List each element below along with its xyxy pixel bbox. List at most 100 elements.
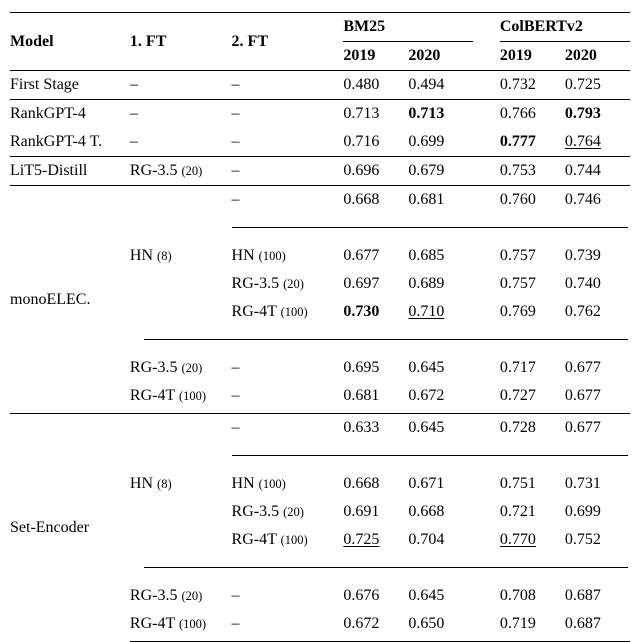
cell-ft1: RG-3.5 (20)	[130, 354, 232, 382]
cell-value: 0.762	[565, 298, 630, 326]
table-row: First Stage – – 0.480 0.494 0.732 0.725	[10, 71, 630, 100]
cell-value: 0.676	[343, 582, 408, 610]
cell-ft1: RG-3.5 (20)	[130, 157, 232, 186]
cell-value: 0.677	[343, 242, 408, 270]
cell-model: First Stage	[10, 71, 130, 100]
cell-value: 0.757	[500, 270, 565, 298]
cell-value: 0.740	[565, 270, 630, 298]
cell-value: 0.668	[343, 186, 408, 215]
cell-value: 0.770	[500, 526, 565, 554]
cell-ft2: –	[232, 354, 344, 382]
cell-model: monoELEC.	[10, 186, 130, 414]
cell-value: 0.739	[565, 242, 630, 270]
cell-ft2: RG-3.5 (20)	[232, 270, 344, 298]
cell-ft1: HN (8)	[130, 186, 232, 327]
cell-value: 0.751	[500, 470, 565, 498]
cell-value: 0.687	[565, 582, 630, 610]
cell-value: 0.696	[343, 157, 408, 186]
col-ft2: 2. FT	[232, 13, 344, 71]
col-ft1: 1. FT	[130, 13, 232, 71]
cell-value: 0.677	[565, 354, 630, 382]
cell-value: 0.699	[408, 128, 473, 157]
cell-value: 0.760	[500, 186, 565, 215]
cell-value: 0.793	[565, 100, 630, 129]
cell-ft1: HN (8)	[130, 414, 232, 555]
col-bm25-2020: 2020	[408, 42, 473, 71]
cell-ft1: –	[130, 71, 232, 100]
cell-ft1: RG-4T (100)	[130, 610, 232, 638]
table-row: RankGPT-4 T. – – 0.716 0.699 0.777 0.764	[10, 128, 630, 157]
cell-ft2: –	[232, 414, 344, 443]
cell-ft2: HN (100)	[232, 470, 344, 498]
cell-value: 0.728	[500, 414, 565, 443]
cell-value: 0.717	[500, 354, 565, 382]
cell-ft1: –	[130, 128, 232, 157]
cell-value: 0.494	[408, 71, 473, 100]
col-group-colbert: ColBERTv2	[500, 13, 630, 42]
cell-value: 0.753	[500, 157, 565, 186]
col-colbert-2019: 2019	[500, 42, 565, 71]
cell-value: 0.650	[408, 610, 473, 638]
cell-value: 0.645	[408, 582, 473, 610]
cell-value: 0.769	[500, 298, 565, 326]
cell-value: 0.671	[408, 470, 473, 498]
cell-ft1: –	[130, 100, 232, 129]
cell-value: 0.704	[408, 526, 473, 554]
cell-value: 0.677	[565, 414, 630, 443]
cell-ft2: –	[232, 610, 344, 638]
cell-value: 0.691	[343, 498, 408, 526]
cell-ft2: RG-3.5 (20)	[232, 498, 344, 526]
col-model: Model	[10, 13, 130, 71]
table-header-row: Model 1. FT 2. FT BM25 ColBERTv2	[10, 13, 630, 42]
table-row: RankGPT-4 – – 0.713 0.713 0.766 0.793	[10, 100, 630, 129]
cell-value: 0.480	[343, 71, 408, 100]
cell-value: 0.744	[565, 157, 630, 186]
cell-ft2: –	[232, 582, 344, 610]
cell-value: 0.668	[408, 498, 473, 526]
cell-model: LiT5-Distill	[10, 157, 130, 186]
cell-value: 0.699	[565, 498, 630, 526]
cell-value: 0.695	[343, 354, 408, 382]
cell-value: 0.708	[500, 582, 565, 610]
table-row: Set-Encoder HN (8) – 0.633 0.645 0.728 0…	[10, 414, 630, 443]
cell-value: 0.713	[343, 100, 408, 129]
cell-value: 0.725	[565, 71, 630, 100]
cell-ft2: –	[232, 128, 344, 157]
cell-value: 0.727	[500, 382, 565, 410]
cell-ft2: –	[232, 186, 344, 215]
cell-value: 0.672	[408, 382, 473, 410]
cell-value: 0.757	[500, 242, 565, 270]
cell-ft2: –	[232, 157, 344, 186]
cell-value: 0.677	[565, 382, 630, 410]
cell-value: 0.679	[408, 157, 473, 186]
col-colbert-2020: 2020	[565, 42, 630, 71]
cell-model: Set-Encoder	[10, 414, 130, 642]
cell-value: 0.752	[565, 526, 630, 554]
cell-value: 0.766	[500, 100, 565, 129]
cell-value: 0.685	[408, 242, 473, 270]
cell-value: 0.730	[343, 298, 408, 326]
cell-value: 0.764	[565, 128, 630, 157]
cell-ft2: HN (100)	[232, 242, 344, 270]
cell-value: 0.721	[500, 498, 565, 526]
col-group-bm25: BM25	[343, 13, 473, 42]
cell-model: RankGPT-4	[10, 100, 130, 129]
col-bm25-2019: 2019	[343, 42, 408, 71]
cell-value: 0.710	[408, 298, 473, 326]
cell-value: 0.731	[565, 470, 630, 498]
cell-value: 0.681	[343, 382, 408, 410]
cell-value: 0.725	[343, 526, 408, 554]
cell-ft2: RG-4T (100)	[232, 526, 344, 554]
cell-ft1: RG-3.5 (20)	[130, 582, 232, 610]
cell-value: 0.681	[408, 186, 473, 215]
cell-ft2: –	[232, 71, 344, 100]
cell-model: RankGPT-4 T.	[10, 128, 130, 157]
cell-ft2: –	[232, 382, 344, 410]
cell-value: 0.645	[408, 414, 473, 443]
table-row: monoELEC. HN (8) – 0.668 0.681 0.760 0.7…	[10, 186, 630, 215]
cell-value: 0.687	[565, 610, 630, 638]
cell-value: 0.732	[500, 71, 565, 100]
cell-value: 0.633	[343, 414, 408, 443]
cell-value: 0.713	[408, 100, 473, 129]
cell-value: 0.697	[343, 270, 408, 298]
